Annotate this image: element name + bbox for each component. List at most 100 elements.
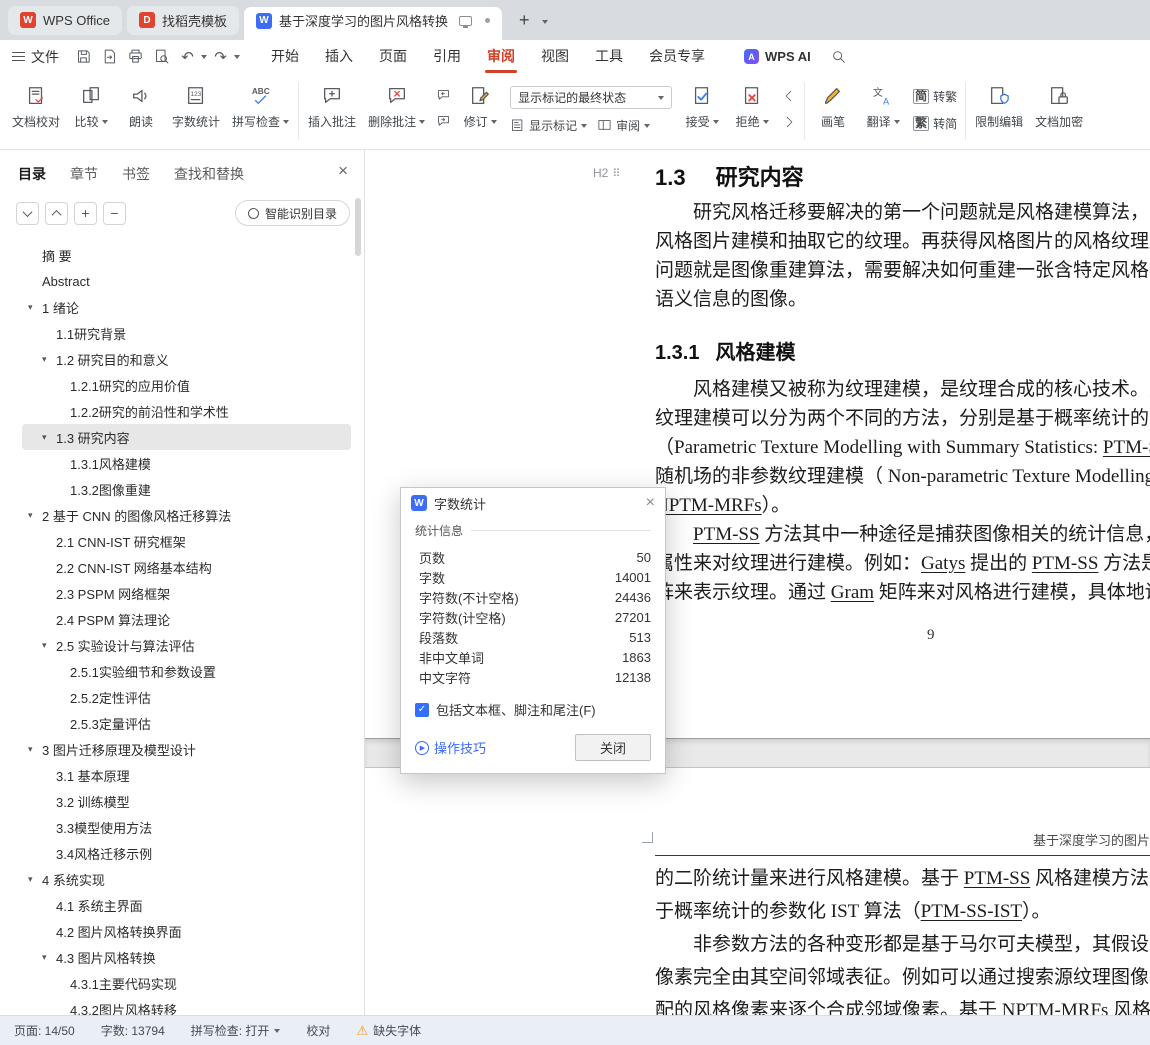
to-traditional-button[interactable]: 简 转繁 — [913, 88, 957, 105]
panel-tab-bookmarks[interactable]: 书签 — [122, 164, 150, 184]
show-markup-button[interactable]: 显示标记 — [510, 117, 588, 134]
document-page-2[interactable]: 基于深度学习的图片风格转换 的二阶统计量来进行风格建模。基于 PTM-SS 风格… — [365, 768, 1150, 1015]
previous-change-button[interactable] — [779, 87, 799, 104]
restrict-editing-button[interactable]: 限制编辑 — [969, 77, 1029, 130]
tab-tools[interactable]: 工具 — [582, 40, 636, 73]
toc-item[interactable]: 2.5.2定性评估 — [0, 684, 364, 710]
expand-all-button[interactable] — [45, 201, 68, 225]
print-icon[interactable] — [123, 45, 148, 69]
collapse-triangle-icon[interactable]: ▾ — [28, 744, 42, 755]
dialog-close-icon[interactable]: × — [646, 495, 655, 511]
export-pdf-icon[interactable] — [97, 45, 122, 69]
wps-ai-button[interactable]: A WPS AI — [744, 49, 811, 64]
include-footnotes-checkbox[interactable]: ✓ 包括文本框、脚注和尾注(F) — [415, 700, 651, 719]
collapse-triangle-icon[interactable]: ▾ — [28, 874, 42, 885]
toc-item[interactable]: ▾ 2 基于 CNN 的图像风格迁移算法 — [0, 502, 364, 528]
toc-item[interactable]: 1.3.1风格建模 — [0, 450, 364, 476]
read-aloud-button[interactable]: 朗读 — [116, 77, 166, 130]
toc-item[interactable]: ▾ 4 系统实现 — [0, 866, 364, 892]
toc-item[interactable]: 2.4 PSPM 算法理论 — [0, 606, 364, 632]
toc-item[interactable]: 3.2 训练模型 — [0, 788, 364, 814]
tab-reference[interactable]: 引用 — [420, 40, 474, 73]
toc-item[interactable]: ▾ 1.3 研究内容 — [22, 424, 351, 450]
spell-check-button[interactable]: ABC 拼写检查 — [226, 77, 295, 130]
panel-close-icon[interactable]: × — [338, 162, 348, 179]
document-encrypt-button[interactable]: 文档加密 — [1029, 77, 1089, 130]
collapse-all-button[interactable] — [16, 201, 39, 225]
tab-page[interactable]: 页面 — [366, 40, 420, 73]
tab-insert[interactable]: 插入 — [312, 40, 366, 73]
accept-change-button[interactable]: 接受 — [677, 77, 727, 130]
toc-item[interactable]: ▾ 1 绪论 — [0, 294, 364, 320]
toc-item[interactable]: 1.2.2研究的前沿性和学术性 — [0, 398, 364, 424]
redo-dropdown-icon[interactable] — [234, 54, 240, 59]
track-changes-button[interactable]: 修订 — [455, 77, 505, 130]
new-tab-button[interactable]: + — [515, 10, 534, 31]
panel-tab-contents[interactable]: 目录 — [18, 164, 46, 184]
toc-item[interactable]: 2.5.1实验细节和参数设置 — [0, 658, 364, 684]
save-icon[interactable] — [71, 45, 96, 69]
dialog-title-bar[interactable]: W 字数统计 × — [401, 488, 665, 518]
collapse-triangle-icon[interactable]: ▾ — [42, 952, 56, 963]
tab-list-dropdown-icon[interactable] — [541, 11, 548, 29]
tab-review[interactable]: 审阅 — [474, 40, 528, 73]
undo-dropdown-icon[interactable] — [201, 54, 207, 59]
translate-button[interactable]: 文A 翻译 — [858, 77, 908, 130]
delete-comment-button[interactable]: 删除批注 — [362, 77, 431, 130]
toc-item[interactable]: ▾ 1.2 研究目的和意义 — [0, 346, 364, 372]
tab-member[interactable]: 会员专享 — [636, 40, 718, 73]
missing-font-warning[interactable]: ⚠ 缺失字体 — [356, 1022, 421, 1039]
close-button[interactable]: 关闭 — [575, 734, 651, 761]
word-count-indicator[interactable]: 字数: 13794 — [101, 1022, 165, 1039]
to-simplified-button[interactable]: 繁 转简 — [913, 115, 957, 132]
doc-proofing-button[interactable]: 文档校对 — [6, 77, 66, 130]
collapse-triangle-icon[interactable]: ▾ — [42, 432, 56, 443]
collapse-level-button[interactable]: − — [103, 201, 126, 225]
sidebar-scrollbar[interactable] — [355, 198, 361, 256]
toc-item[interactable]: 2.3 PSPM 网络框架 — [0, 580, 364, 606]
toc-item[interactable]: 1.2.1研究的应用价值 — [0, 372, 364, 398]
tab-docer-templates[interactable]: D 找稻壳模板 — [126, 5, 239, 35]
previous-comment-button[interactable] — [433, 87, 453, 104]
next-change-button[interactable] — [779, 113, 799, 130]
toc-item[interactable]: 2.1 CNN-IST 研究框架 — [0, 528, 364, 554]
drag-handle-icon[interactable]: ⠿ — [612, 167, 620, 180]
toc-item[interactable]: 4.1 系统主界面 — [0, 892, 364, 918]
toc-item[interactable]: 1.1研究背景 — [0, 320, 364, 346]
toc-item[interactable]: ▾ 3 图片迁移原理及模型设计 — [0, 736, 364, 762]
toc-item[interactable]: 2.5.3定量评估 — [0, 710, 364, 736]
toc-item[interactable]: 3.1 基本原理 — [0, 762, 364, 788]
toc-item[interactable]: Abstract — [0, 268, 364, 294]
compare-button[interactable]: 比较 — [66, 77, 116, 130]
tips-link[interactable]: ▶ 操作技巧 — [415, 738, 486, 757]
toc-item[interactable]: 4.2 图片风格转换界面 — [0, 918, 364, 944]
expand-level-button[interactable]: + — [74, 201, 97, 225]
next-comment-button[interactable] — [433, 113, 453, 130]
collapse-triangle-icon[interactable]: ▾ — [28, 302, 42, 313]
toc-item[interactable]: ▾ 4.3 图片风格转换 — [0, 944, 364, 970]
tab-view[interactable]: 视图 — [528, 40, 582, 73]
toc-item[interactable]: 4.3.2图片风格转移 — [0, 996, 364, 1016]
file-menu-button[interactable]: 文件 — [12, 47, 59, 67]
page-indicator[interactable]: 页面: 14/50 — [14, 1022, 75, 1039]
collapse-triangle-icon[interactable]: ▾ — [42, 354, 56, 365]
toc-item[interactable]: 摘 要 — [0, 242, 364, 268]
collapse-triangle-icon[interactable]: ▾ — [28, 510, 42, 521]
ink-brush-button[interactable]: 画笔 — [808, 77, 858, 130]
reject-change-button[interactable]: 拒绝 — [727, 77, 777, 130]
toc-item[interactable]: ▾ 2.5 实验设计与算法评估 — [0, 632, 364, 658]
proofread-button[interactable]: 校对 — [306, 1022, 330, 1039]
panel-tab-chapters[interactable]: 章节 — [70, 164, 98, 184]
toc-item[interactable]: 3.3模型使用方法 — [0, 814, 364, 840]
toc-item[interactable]: 4.3.1主要代码实现 — [0, 970, 364, 996]
toc-item[interactable]: 3.4风格迁移示例 — [0, 840, 364, 866]
markup-state-select[interactable]: 显示标记的最终状态 — [510, 86, 673, 109]
tab-current-document[interactable]: W 基于深度学习的图片风格转换 — [243, 7, 502, 40]
toc-item[interactable]: 2.2 CNN-IST 网络基本结构 — [0, 554, 364, 580]
undo-icon[interactable]: ↶ — [175, 45, 200, 69]
word-count-button[interactable]: 123 字数统计 — [166, 77, 226, 130]
panel-tab-find-replace[interactable]: 查找和替换 — [174, 164, 244, 184]
tab-home[interactable]: 开始 — [258, 40, 312, 73]
print-preview-icon[interactable] — [149, 45, 174, 69]
insert-comment-button[interactable]: 插入批注 — [302, 77, 362, 130]
